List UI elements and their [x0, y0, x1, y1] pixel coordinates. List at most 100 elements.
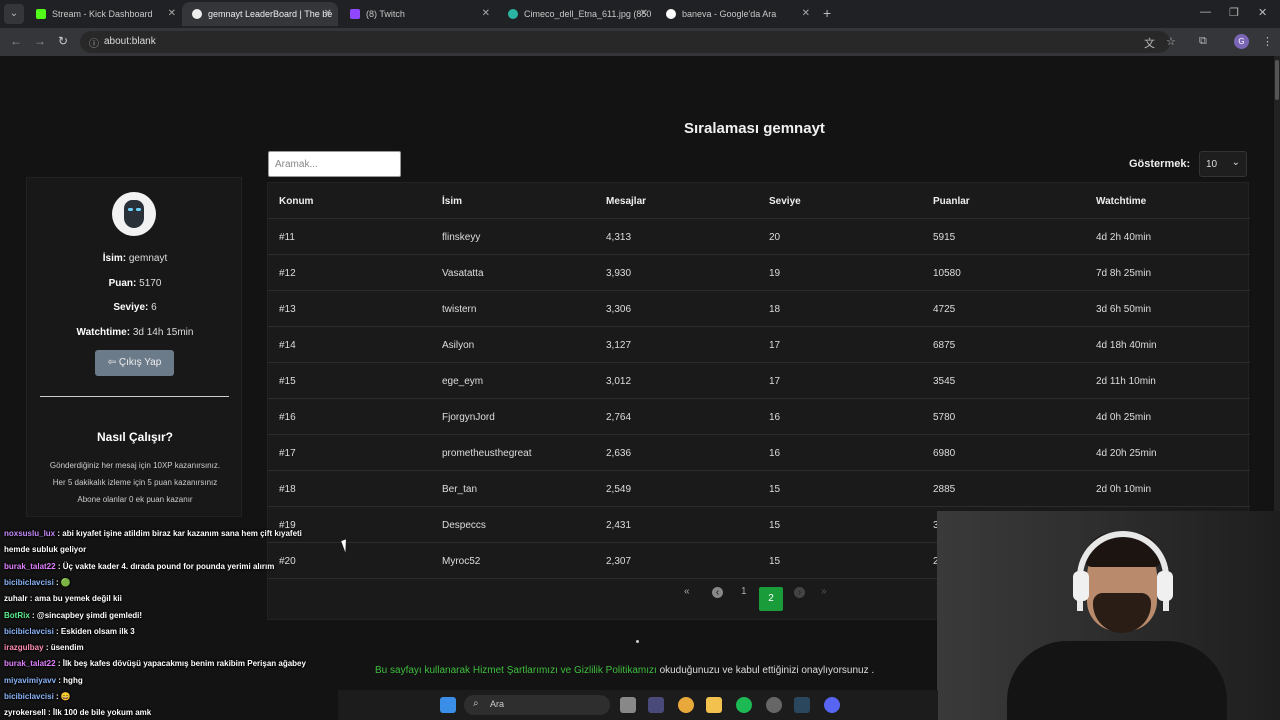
table-cell: #13	[279, 304, 296, 315]
menu-kebab-icon[interactable]: ⋮	[1262, 35, 1273, 48]
taskbar-search[interactable]: ⌕ Ara	[464, 695, 610, 715]
discord-icon[interactable]	[824, 697, 840, 713]
table-cell: 16	[769, 448, 781, 459]
table-cell: 7d 8h 25min	[1096, 268, 1152, 279]
chat-message: miyavimiyavv : hghg	[4, 676, 83, 685]
close-tab-icon[interactable]: ✕	[168, 2, 176, 26]
windows-start-icon[interactable]	[440, 697, 456, 713]
chat-username[interactable]: zyrokersell	[4, 708, 46, 717]
next-page-icon[interactable]: ›	[794, 587, 805, 598]
chat-username[interactable]: bicibiclavcisi	[4, 578, 54, 587]
reload-icon[interactable]: ↻	[58, 34, 68, 48]
chat-message: bicibiclavcisi : 🟢	[4, 578, 71, 587]
table-cell: ege_eym	[442, 376, 484, 387]
tab-google[interactable]: baneva - Google'da Ara ✕	[656, 2, 816, 26]
page-button-1[interactable]: 1	[741, 586, 747, 597]
close-tab-icon[interactable]: ✕	[482, 2, 490, 26]
page-size-select[interactable]: 10 ⌄	[1199, 151, 1247, 177]
col-header[interactable]: Puanlar	[933, 196, 970, 207]
chat-text: hemde subluk geliyor	[4, 545, 87, 555]
chat-text: : 😄	[56, 692, 71, 701]
chrome-icon[interactable]	[678, 697, 694, 713]
task-view-icon[interactable]	[620, 697, 636, 713]
stream-chat-overlay: noxsuslu_lux : abi kıyafet işine atildim…	[0, 511, 340, 720]
table-row: #18 Ber_tan 2,549 15 2885 2d 0h 10min	[268, 471, 1250, 507]
profile-avatar[interactable]: G	[1234, 34, 1249, 49]
taskbar: ⌕ Ara	[338, 690, 938, 720]
close-window-icon[interactable]: ✕	[1258, 6, 1267, 19]
close-tab-icon[interactable]: ✕	[324, 2, 332, 26]
how-line: Abone olanlar 0 ek puan kazanır	[77, 495, 193, 504]
table-cell: 3d 6h 50min	[1096, 304, 1152, 315]
chat-username[interactable]: BotRix	[4, 611, 30, 620]
back-icon[interactable]: ←	[10, 34, 22, 48]
col-header[interactable]: Seviye	[769, 196, 801, 207]
prev-page-icon[interactable]: ‹	[712, 587, 723, 598]
search-icon: ⌕	[473, 698, 479, 709]
table-cell: prometheusthegreat	[442, 448, 532, 459]
privacy-link[interactable]: Gizlilik Politikamızı	[574, 665, 657, 676]
chat-username[interactable]: irazgulbay	[4, 643, 44, 652]
logout-button[interactable]: ⇦ Çıkış Yap	[95, 350, 174, 376]
tab-twitch[interactable]: (8) Twitch ✕	[340, 2, 496, 26]
store-icon[interactable]	[648, 697, 664, 713]
spotify-icon[interactable]	[736, 697, 752, 713]
chat-username[interactable]: bicibiclavcisi	[4, 627, 54, 636]
forward-icon[interactable]: →	[34, 34, 46, 48]
leaderboard-title: Sıralaması gemnayt	[684, 120, 825, 137]
obs-icon[interactable]	[766, 697, 782, 713]
table-cell: 15	[769, 520, 781, 531]
col-header[interactable]: Konum	[279, 196, 313, 207]
profile-level: Seviye: 6	[113, 302, 157, 313]
chat-username[interactable]: burak_talat22	[4, 562, 56, 571]
chat-username[interactable]: zuhalr	[4, 594, 28, 603]
address-bar[interactable]: ⓘ about:blank	[80, 31, 1170, 53]
page-button-2[interactable]: 2	[759, 587, 783, 611]
table-header: Konum İsim Mesajlar Seviye Puanlar Watch…	[268, 183, 1250, 219]
extensions-icon[interactable]: ⧉	[1199, 35, 1207, 48]
col-header[interactable]: Mesajlar	[606, 196, 646, 207]
logout-icon: ⇦	[107, 357, 117, 368]
folder-icon[interactable]	[706, 697, 722, 713]
search-input[interactable]: Aramak...	[268, 151, 401, 177]
new-tab-icon[interactable]: +	[823, 5, 831, 21]
divider	[40, 396, 229, 397]
tab-leaderboard[interactable]: gemnayt LeaderBoard | The be ✕	[182, 2, 338, 26]
table-cell: 17	[769, 340, 781, 351]
chat-text: : @sincapbey şimdi gemledi!	[32, 610, 143, 620]
col-header[interactable]: İsim	[442, 196, 462, 207]
chat-username[interactable]: burak_talat22	[4, 659, 56, 668]
table-cell: 2d 0h 10min	[1096, 484, 1152, 495]
maximize-icon[interactable]: ❐	[1229, 6, 1239, 19]
table-cell: 4d 20h 25min	[1096, 448, 1157, 459]
table-cell: 3,127	[606, 340, 632, 351]
close-tab-icon[interactable]: ✕	[802, 2, 810, 26]
tab-search-chevron-icon[interactable]: ⌄	[4, 4, 24, 24]
table-cell: 2,636	[606, 448, 632, 459]
table-cell: #14	[279, 340, 296, 351]
last-page-icon[interactable]: »	[821, 586, 827, 597]
chat-text: : İlk beş kafes dövüşü yapacakmış benim …	[57, 659, 306, 669]
col-header[interactable]: Watchtime	[1096, 196, 1146, 207]
bookmark-star-icon[interactable]: ☆	[1166, 35, 1176, 48]
translate-icon[interactable]: 文	[1144, 35, 1155, 51]
close-tab-icon[interactable]: ✕	[640, 2, 648, 26]
tab-image[interactable]: Cimeco_dell_Etna_611.jpg (850 ✕	[498, 2, 654, 26]
table-cell: 2,549	[606, 484, 632, 495]
browser-tab-strip: ⌄ Stream - Kick Dashboard ✕ gemnayt Lead…	[0, 0, 1280, 28]
chat-username[interactable]: bicibiclavcisi	[4, 692, 54, 701]
tab-kick-dashboard[interactable]: Stream - Kick Dashboard ✕	[26, 2, 182, 26]
terms-link[interactable]: Hizmet Şartlarımızı	[473, 665, 558, 676]
info-icon[interactable]: ⓘ	[89, 35, 99, 50]
table-cell: #11	[279, 232, 295, 243]
chat-username[interactable]: miyavimiyavv	[4, 676, 56, 685]
minimize-icon[interactable]: —	[1200, 6, 1211, 18]
table-row: #11 flinskeyy 4,313 20 5915 4d 2h 40min	[268, 219, 1250, 255]
table-cell: 5780	[933, 412, 956, 423]
first-page-icon[interactable]: «	[684, 586, 690, 597]
chat-text: : Üç vakte kader 4. dırada pound for pou…	[57, 561, 275, 571]
chat-text: : 🟢	[56, 577, 71, 587]
steam-icon[interactable]	[794, 697, 810, 713]
table-cell: 2885	[933, 484, 956, 495]
chat-username[interactable]: noxsuslu_lux	[4, 529, 55, 538]
